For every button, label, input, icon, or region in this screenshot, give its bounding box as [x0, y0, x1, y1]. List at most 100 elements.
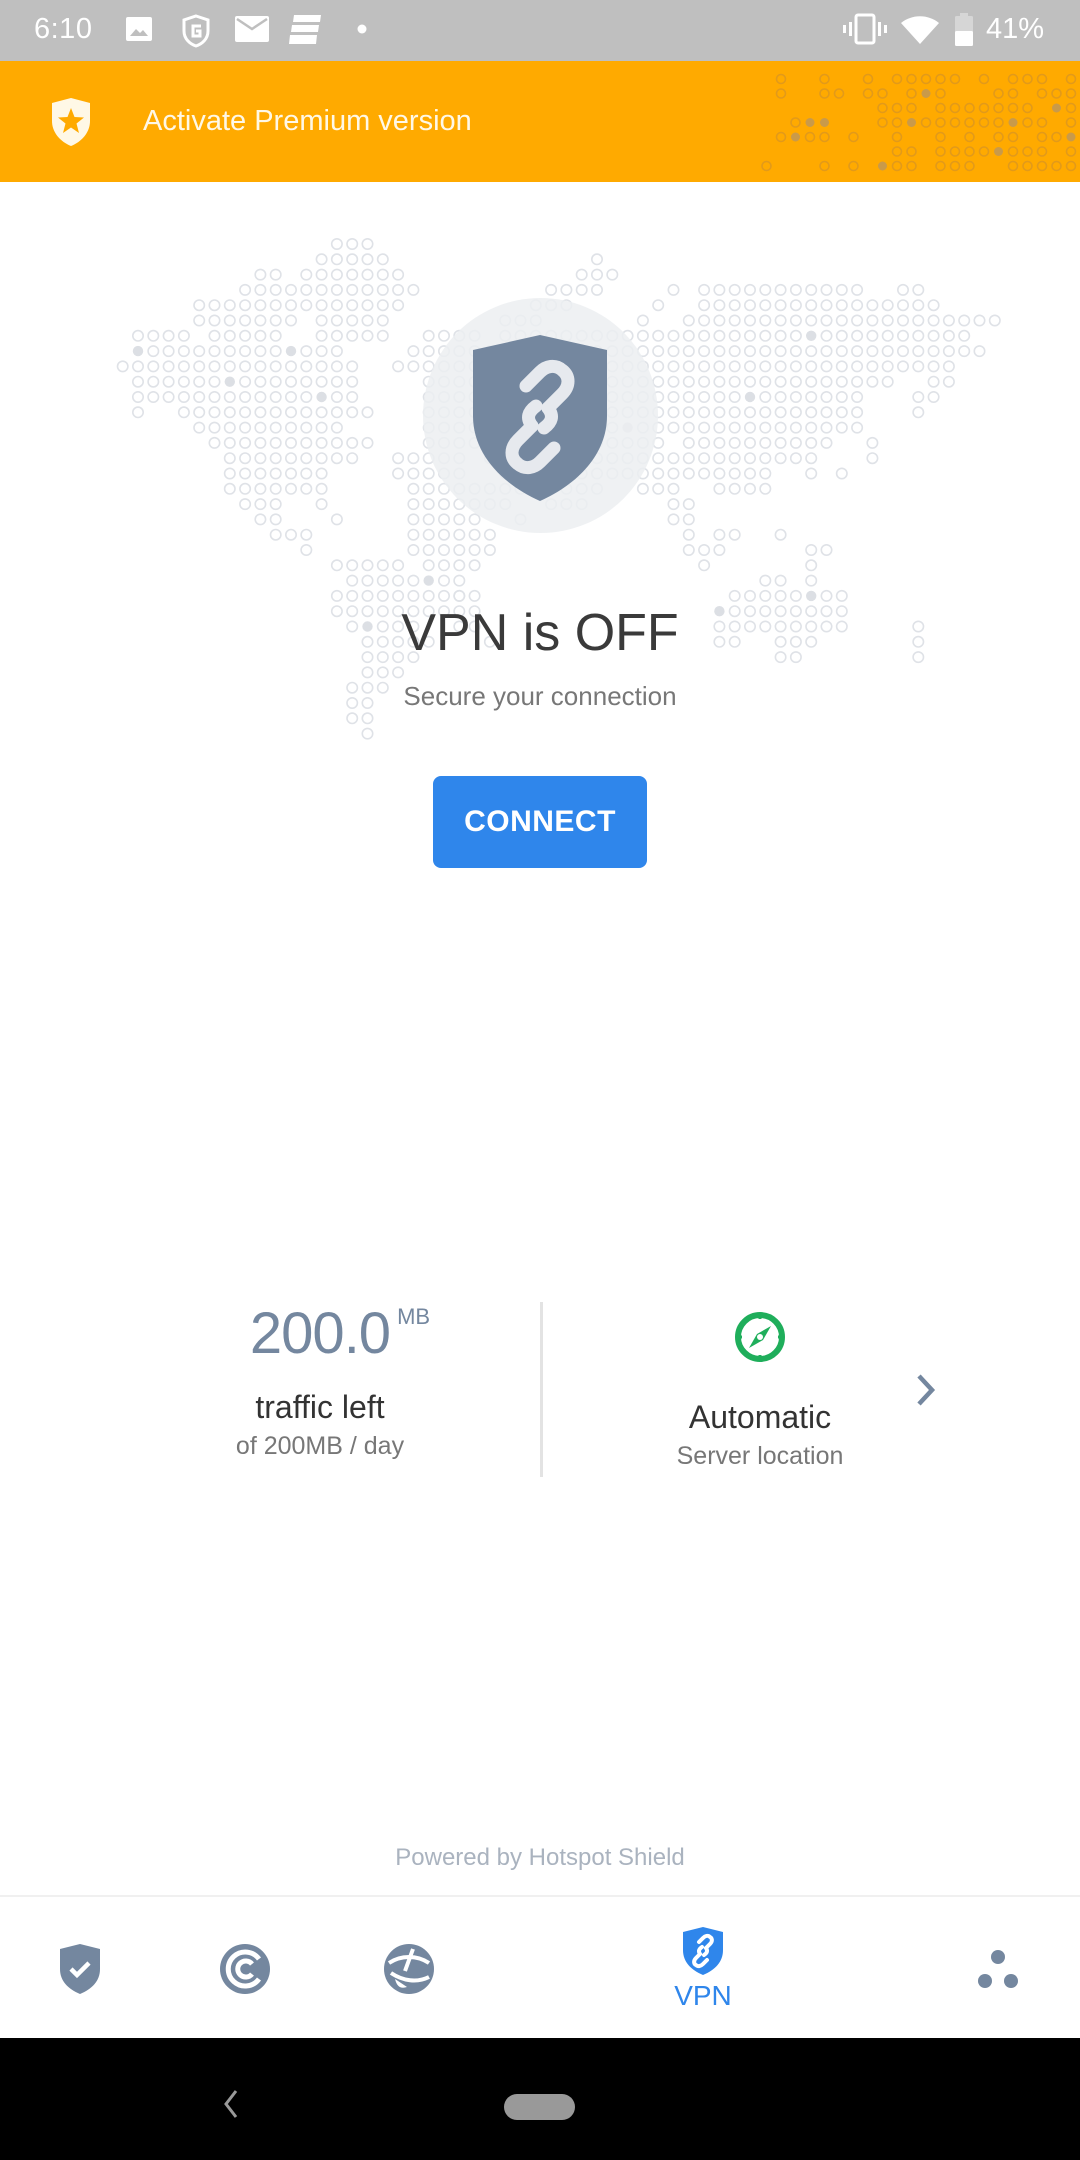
map-dot — [284, 452, 297, 465]
map-dot — [300, 436, 313, 449]
map-dot — [223, 421, 236, 434]
map-dot — [896, 283, 909, 296]
map-dot — [927, 360, 940, 373]
map-dot — [300, 345, 313, 358]
map-dot — [728, 391, 741, 404]
map-dot — [208, 345, 221, 358]
map-dot — [942, 360, 955, 373]
map-dot — [208, 329, 221, 342]
map-dot — [208, 406, 221, 419]
map-dot — [851, 406, 864, 419]
map-dot — [193, 314, 206, 327]
map-dot — [878, 161, 887, 171]
map-dot — [315, 360, 328, 373]
nav-item-more[interactable] — [948, 1897, 1048, 2040]
map-dot — [713, 467, 726, 480]
map-dot — [407, 589, 420, 602]
map-dot — [774, 421, 787, 434]
nav-item-privacy[interactable] — [195, 1897, 295, 2040]
map-dot — [636, 482, 649, 495]
map-dot — [759, 452, 772, 465]
map-dot — [300, 360, 313, 373]
map-dot — [728, 406, 741, 419]
map-dot — [835, 391, 848, 404]
vibrate-icon — [843, 13, 887, 45]
map-dot — [820, 345, 833, 358]
map-dot — [819, 73, 830, 85]
map-dot — [667, 345, 680, 358]
map-dot — [759, 329, 772, 342]
map-dot — [774, 360, 787, 373]
map-dot — [728, 329, 741, 342]
map-dot — [376, 314, 389, 327]
map-dot — [346, 712, 359, 725]
map-dot — [284, 299, 297, 312]
map-dot — [935, 160, 946, 172]
map-dot — [820, 314, 833, 327]
map-dot — [912, 329, 925, 342]
map-dot — [682, 345, 695, 358]
map-dot — [315, 268, 328, 281]
map-dot — [1065, 73, 1077, 85]
map-dot — [743, 406, 756, 419]
map-dot — [392, 467, 405, 480]
map-dot — [927, 329, 940, 342]
map-dot — [269, 360, 282, 373]
map-dot — [743, 283, 756, 296]
map-dot — [774, 406, 787, 419]
map-dot — [177, 375, 190, 388]
status-bar: 6:10 41% — [0, 0, 1080, 61]
map-dot — [422, 528, 435, 541]
map-dot — [376, 268, 389, 281]
map-dot — [453, 528, 466, 541]
map-dot — [667, 391, 680, 404]
map-dot — [254, 360, 267, 373]
map-dot — [851, 329, 864, 342]
home-button[interactable] — [504, 2094, 575, 2120]
map-dot — [993, 131, 1004, 143]
nav-item-vpn[interactable]: VPN — [643, 1897, 763, 2040]
map-dot — [330, 589, 343, 602]
map-dot — [866, 360, 879, 373]
map-dot — [912, 299, 925, 312]
map-dot — [698, 391, 711, 404]
battery-percent: 41% — [985, 13, 1044, 45]
server-location-selector[interactable]: Automatic Server location — [600, 1310, 920, 1471]
map-dot — [728, 482, 741, 495]
map-dot — [819, 88, 830, 99]
map-dot — [682, 375, 695, 388]
map-dot — [269, 406, 282, 419]
map-dot — [284, 436, 297, 449]
map-dot — [361, 238, 374, 250]
nav-item-performance[interactable] — [359, 1897, 459, 2040]
back-icon[interactable] — [218, 2088, 242, 2120]
map-dot — [713, 314, 726, 327]
map-dot — [774, 452, 787, 465]
map-dot — [805, 360, 818, 373]
map-dot — [820, 360, 833, 373]
connect-button[interactable]: CONNECT — [433, 776, 647, 868]
map-dot — [239, 329, 252, 342]
map-dot — [713, 452, 726, 465]
map-dot — [330, 375, 343, 388]
map-dot — [964, 117, 975, 128]
map-dot — [964, 131, 975, 143]
map-dot — [422, 498, 435, 511]
map-dot — [652, 452, 665, 465]
map-dot — [851, 421, 864, 434]
map-dot — [376, 253, 389, 266]
activate-premium-banner[interactable]: Activate Premium version — [0, 61, 1080, 182]
map-dot — [935, 88, 946, 99]
nav-item-protection[interactable] — [30, 1897, 130, 2040]
map-dot — [728, 467, 741, 480]
map-dot — [935, 73, 946, 85]
mail-icon — [235, 16, 269, 42]
map-dot — [315, 452, 328, 465]
vpn-status-title: VPN is OFF — [401, 604, 679, 662]
news-icon — [289, 15, 321, 44]
map-dot — [942, 314, 955, 327]
map-dot — [254, 314, 267, 327]
chevron-right-icon[interactable] — [915, 1373, 937, 1407]
map-dot — [759, 360, 772, 373]
map-dot — [422, 329, 435, 342]
